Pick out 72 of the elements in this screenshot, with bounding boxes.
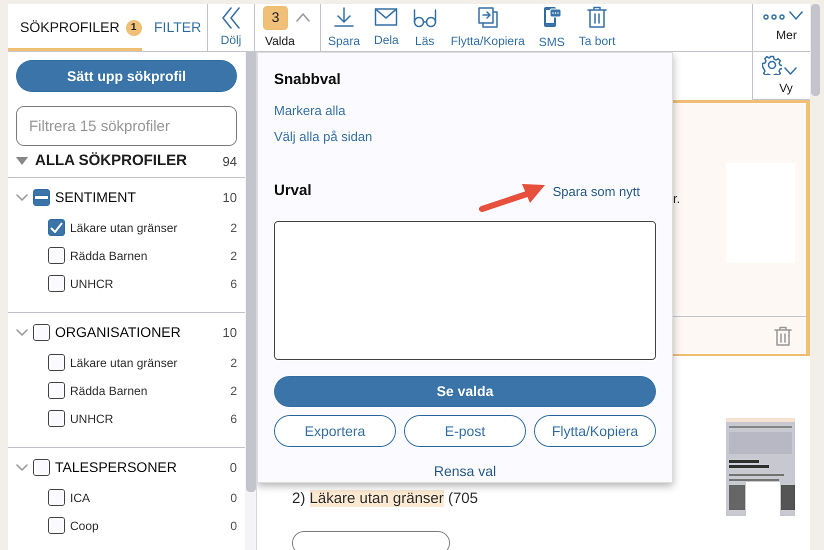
settings-icon	[762, 54, 782, 74]
checkbox[interactable]	[33, 189, 50, 206]
profile-label: UNHCR	[70, 276, 114, 292]
count-label: 0	[230, 518, 237, 534]
group-label: SENTIMENT	[55, 188, 137, 207]
list-item: 2) Läkare utan gränser (705	[292, 489, 479, 509]
scrollbar-thumb[interactable]	[811, 4, 820, 96]
toolbar-button[interactable]: Dela	[367, 4, 406, 51]
outline-button[interactable]: Flytta/Kopiera	[534, 415, 656, 447]
checkbox[interactable]	[48, 489, 65, 506]
checkbox[interactable]	[48, 410, 65, 427]
profile-label: Läkare utan gränser	[70, 220, 178, 236]
checkbox[interactable]	[33, 324, 50, 341]
save-as-new-link[interactable]: Spara som nytt	[552, 182, 640, 202]
trash-icon	[774, 326, 792, 346]
group-label: TALESPERSONER	[55, 458, 178, 477]
toolbar-button[interactable]: Spara	[321, 4, 368, 51]
count-label: 10	[222, 188, 237, 207]
group-label: ORGANISATIONER	[55, 323, 182, 342]
count-label: 10	[222, 324, 237, 342]
download-icon	[333, 6, 356, 28]
outline-button[interactable]: E-post	[404, 415, 526, 447]
show-selected-button[interactable]: Se valda	[274, 376, 656, 407]
section-title: ALLA SÖKPROFILER	[35, 151, 188, 171]
checkbox[interactable]	[33, 459, 50, 476]
chevron-down-icon	[789, 11, 803, 20]
count-label: 6	[230, 276, 237, 292]
count-label: 0	[230, 490, 237, 506]
profile-label: Coop	[70, 518, 100, 534]
text-fragment: r.	[673, 190, 682, 208]
checkbox[interactable]	[48, 517, 65, 534]
minus-icon	[35, 196, 48, 199]
profile-label: Läkare utan gränser	[70, 354, 178, 372]
quick-link[interactable]: Välj alla på sidan	[274, 127, 372, 146]
profile-label: Rädda Barnen	[70, 248, 148, 264]
mail-icon	[374, 6, 398, 26]
count-label: 0	[230, 458, 237, 477]
count-label: 2	[230, 248, 237, 264]
checkbox[interactable]	[48, 219, 65, 236]
toolbar-button[interactable]: Ta bort	[572, 4, 622, 51]
count-label: 2	[230, 220, 237, 236]
section-title: Urval	[274, 181, 312, 202]
count-label: 94	[222, 152, 237, 170]
toolbar-button[interactable]: SMS	[532, 4, 572, 51]
trash-icon	[587, 6, 608, 28]
quick-link[interactable]: Markera alla	[274, 100, 346, 120]
setup-profile-button[interactable]: Sätt upp sökprofil	[16, 60, 237, 92]
count-label: 2	[230, 354, 237, 372]
checkbox[interactable]	[48, 382, 65, 399]
checkbox[interactable]	[48, 247, 65, 264]
count-label: 2	[230, 382, 237, 400]
checkbox[interactable]	[48, 354, 65, 371]
hide-button[interactable]: Dölj	[208, 4, 255, 51]
outline-button[interactable]: Exportera	[274, 415, 396, 447]
toolbar-button[interactable]: Läs	[406, 4, 444, 51]
more-dots-icon	[763, 14, 785, 20]
profile-label: ICA	[70, 490, 92, 506]
filter-field[interactable]: Filtrera 15 sökprofiler	[16, 106, 237, 146]
double-chevron-left-icon	[222, 6, 240, 28]
profile-label: Rädda Barnen	[70, 382, 148, 400]
clear-selection-link[interactable]: Rensa val	[434, 461, 496, 482]
toolbar-button[interactable]: Flytta/Kopiera	[444, 4, 532, 51]
profile-label: UNHCR	[70, 410, 114, 428]
count-badge: 3	[263, 6, 288, 30]
toolbar-label: Valda	[264, 32, 296, 50]
count-badge: 1	[126, 20, 142, 36]
checkbox[interactable]	[48, 275, 65, 292]
scrollbar-thumb[interactable]	[246, 52, 256, 492]
chevron-down-icon	[784, 66, 797, 74]
count-label: 6	[230, 410, 237, 428]
move-icon	[476, 6, 499, 28]
section-title: Snabbval	[274, 70, 341, 90]
